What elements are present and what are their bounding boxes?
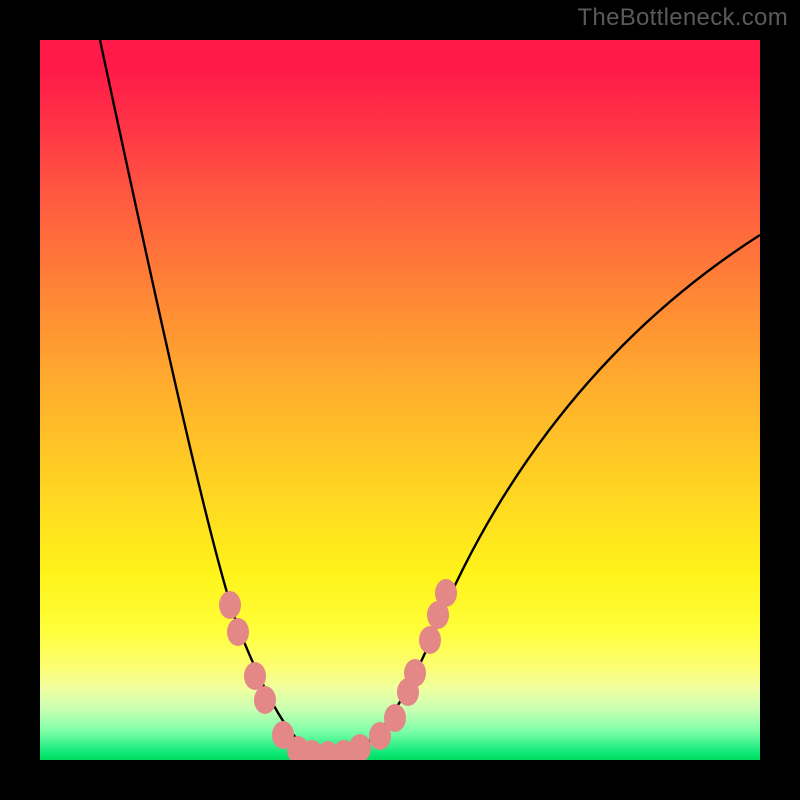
chart-canvas — [40, 40, 760, 760]
data-marker — [254, 686, 276, 714]
watermark-text: TheBottleneck.com — [577, 4, 788, 32]
data-marker — [349, 734, 371, 760]
data-marker — [227, 618, 249, 646]
bottleneck-curve — [40, 40, 760, 760]
data-marker — [404, 659, 426, 687]
data-marker — [244, 662, 266, 690]
data-marker — [419, 626, 441, 654]
data-marker — [384, 704, 406, 732]
curve-left-branch — [100, 40, 332, 756]
data-marker — [219, 591, 241, 619]
data-markers — [219, 579, 457, 760]
curve-right-branch — [332, 235, 760, 756]
data-marker — [435, 579, 457, 607]
